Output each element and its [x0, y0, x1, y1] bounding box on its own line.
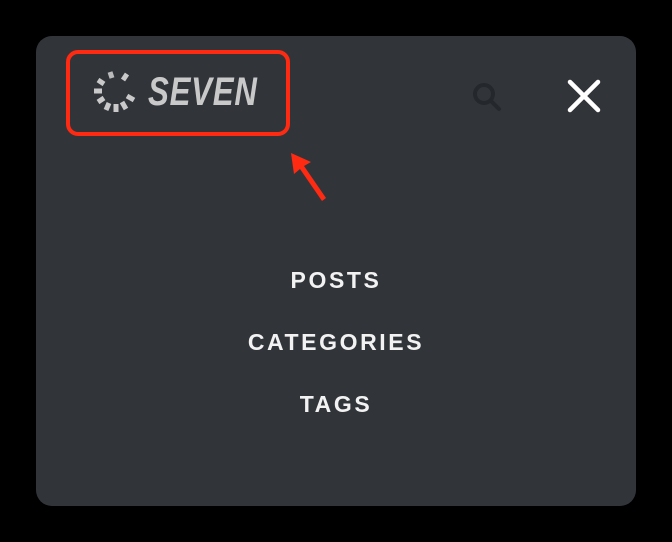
nav-item-tags[interactable]: TAGS	[300, 388, 373, 450]
close-icon	[567, 79, 601, 113]
nav-item-posts[interactable]: POSTS	[291, 264, 382, 326]
menu-overlay-panel: SEVEN POSTS CATEGORIES TAGS	[36, 36, 636, 506]
search-icon	[473, 83, 501, 111]
main-navigation: POSTS CATEGORIES TAGS	[36, 264, 636, 450]
nav-item-categories[interactable]: CATEGORIES	[248, 326, 424, 388]
spinner-logo-icon	[94, 71, 136, 112]
close-button[interactable]	[564, 76, 604, 116]
logo-wordmark: SEVEN	[148, 70, 258, 114]
search-button[interactable]	[470, 80, 504, 114]
annotation-arrow-icon	[291, 153, 326, 201]
site-logo[interactable]: SEVEN	[66, 50, 290, 136]
